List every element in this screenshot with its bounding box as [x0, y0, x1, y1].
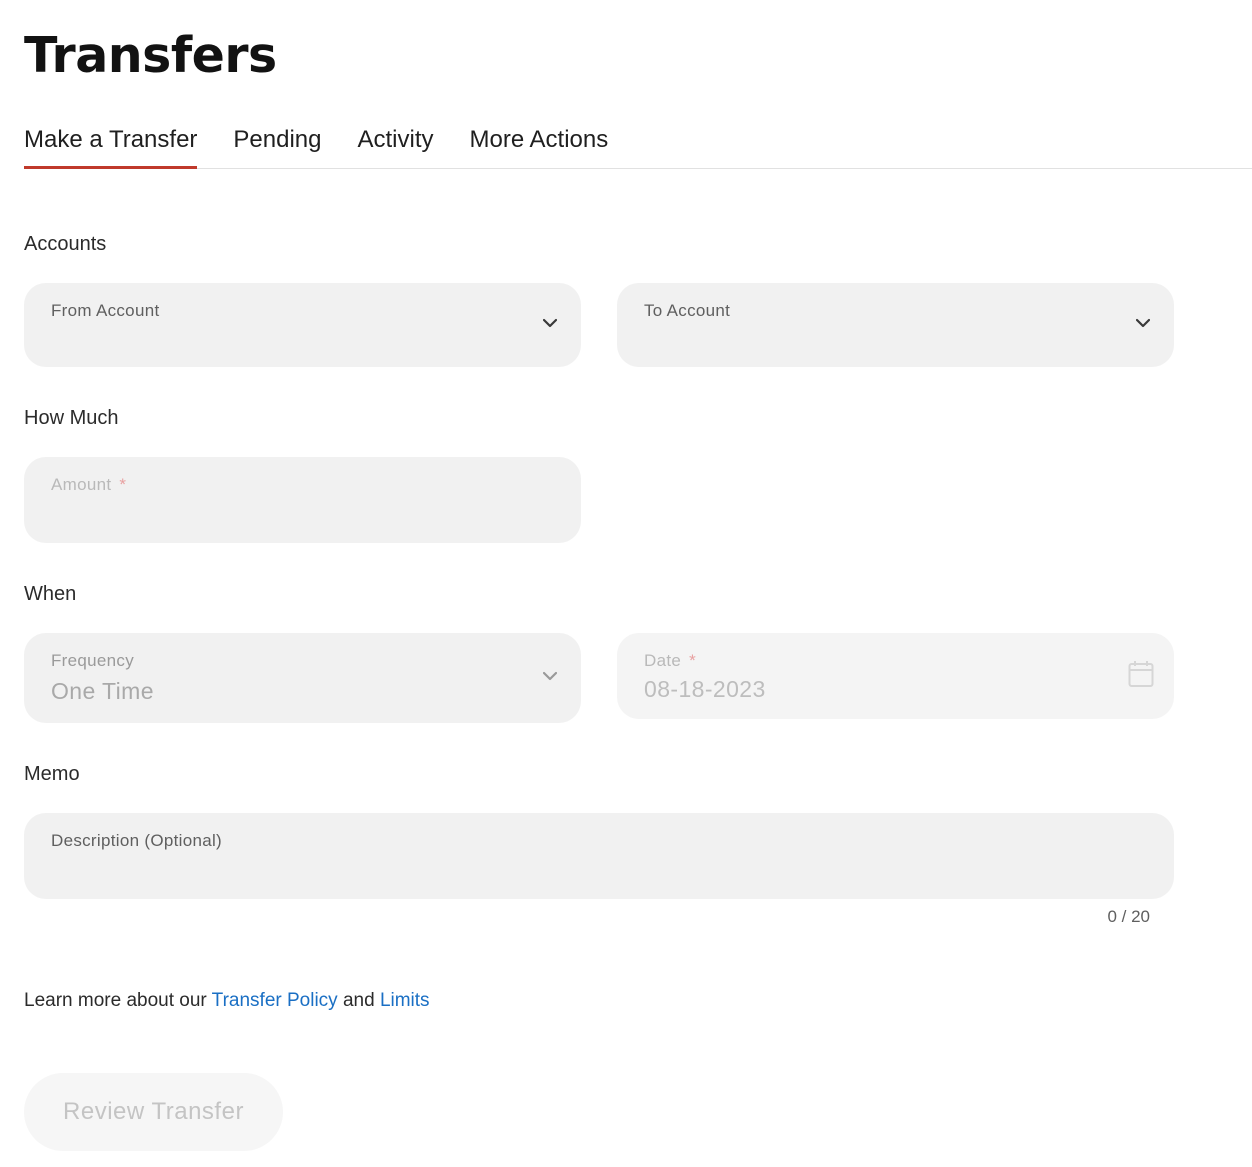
required-mark: * [689, 651, 697, 670]
frequency-select[interactable]: Frequency One Time [24, 633, 581, 723]
description-label: Description (Optional) [51, 831, 222, 850]
learn-more-middle: and [337, 990, 380, 1011]
limits-link[interactable]: Limits [380, 990, 430, 1011]
date-label: Date * [644, 651, 697, 670]
to-account-select[interactable]: To Account [617, 283, 1174, 367]
to-account-label: To Account [644, 301, 731, 320]
amount-input[interactable]: Amount * [24, 457, 581, 543]
section-memo-label: Memo [24, 763, 80, 785]
learn-more-text: Learn more about our Transfer Policy and… [24, 990, 430, 1012]
from-account-select[interactable]: From Account [24, 283, 581, 367]
calendar-icon[interactable] [1128, 660, 1154, 688]
review-transfer-button[interactable]: Review Transfer [24, 1073, 283, 1151]
page-title: Transfers [24, 27, 277, 84]
amount-label: Amount * [51, 475, 127, 494]
chevron-down-icon [543, 318, 557, 328]
chevron-down-icon [543, 671, 557, 681]
frequency-label: Frequency [51, 651, 135, 670]
date-input[interactable]: Date * 08-18-2023 [617, 633, 1174, 719]
tab-make-a-transfer[interactable]: Make a Transfer [24, 120, 198, 169]
tab-activity[interactable]: Activity [357, 120, 433, 168]
section-when-label: When [24, 583, 77, 605]
date-value: 08-18-2023 [644, 676, 766, 702]
description-input[interactable]: Description (Optional) [24, 813, 1174, 899]
chevron-down-icon [1136, 318, 1150, 328]
tab-more-actions[interactable]: More Actions [470, 120, 609, 168]
tab-pending[interactable]: Pending [233, 120, 321, 168]
section-accounts-label: Accounts [24, 233, 107, 255]
from-account-label: From Account [51, 301, 160, 320]
transfer-policy-link[interactable]: Transfer Policy [212, 990, 338, 1011]
frequency-value: One Time [51, 678, 154, 704]
section-how-much-label: How Much [24, 407, 119, 429]
required-mark: * [119, 475, 127, 494]
learn-more-prefix: Learn more about our [24, 990, 212, 1011]
transfer-tabs: Make a Transfer Pending Activity More Ac… [24, 120, 1252, 169]
memo-character-counter: 0 / 20 [1107, 907, 1150, 926]
